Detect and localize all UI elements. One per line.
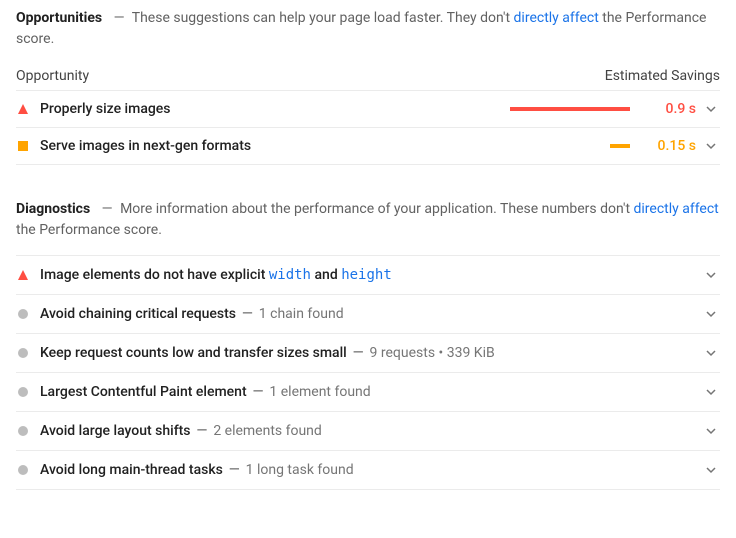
opportunities-subtext-1: These suggestions can help your page loa… — [132, 10, 514, 26]
directly-affect-link[interactable]: directly affect — [514, 10, 599, 26]
chevron-down-icon — [702, 386, 720, 398]
diag-detail: 1 chain found — [259, 306, 344, 322]
diagnostics-header: Diagnostics — More information about the… — [16, 199, 720, 241]
diag-title-text: Avoid large layout shifts — [40, 423, 191, 439]
dash-separator: — — [353, 345, 364, 361]
opportunity-row[interactable]: Serve images in next-gen formats 0.15 s — [16, 127, 720, 165]
diag-detail: 1 long task found — [246, 462, 354, 478]
diag-detail: 1 element found — [269, 384, 370, 400]
opportunity-row[interactable]: Properly size images 0.9 s — [16, 90, 720, 127]
gray-circle-icon — [16, 424, 30, 438]
diag-title-text: Largest Contentful Paint element — [40, 384, 247, 400]
savings-bar — [490, 107, 630, 111]
diagnostic-row[interactable]: Avoid chaining critical requests — 1 chain… — [16, 294, 720, 333]
diagnostic-row[interactable]: Largest Contentful Paint element — 1 eleme… — [16, 372, 720, 411]
opportunities-title: Opportunities — [16, 10, 102, 26]
savings-time: 0.9 s — [640, 101, 696, 117]
opportunities-header: Opportunities — These suggestions can he… — [16, 8, 720, 50]
diag-code-1: width — [269, 267, 311, 283]
diagnostic-row[interactable]: Keep request counts low and transfer siz… — [16, 333, 720, 372]
diagnostic-row[interactable]: Avoid large layout shifts — 2 elements fou… — [16, 411, 720, 450]
chevron-down-icon — [702, 308, 720, 320]
col-estimated-savings: Estimated Savings — [605, 68, 720, 84]
diag-detail: 2 elements found — [213, 423, 322, 439]
red-triangle-icon — [16, 268, 30, 282]
diag-detail: 9 requests • 339 KiB — [370, 345, 495, 361]
chevron-down-icon — [702, 140, 720, 152]
dash-separator: — — [242, 306, 253, 322]
opportunities-column-headers: Opportunity Estimated Savings — [16, 68, 720, 84]
dash-separator: — — [229, 462, 240, 478]
chevron-down-icon — [702, 425, 720, 437]
diag-code-2: height — [341, 267, 392, 283]
diagnostics-list: Image elements do not have explicit widt… — [16, 255, 720, 490]
diagnostic-row[interactable]: Image elements do not have explicit widt… — [16, 255, 720, 294]
opportunity-title: Serve images in next-gen formats — [40, 138, 490, 154]
red-triangle-icon — [16, 102, 30, 116]
orange-square-icon — [16, 139, 30, 153]
gray-circle-icon — [16, 463, 30, 477]
diag-title-text: Avoid long main-thread tasks — [40, 462, 223, 478]
chevron-down-icon — [702, 464, 720, 476]
diagnostic-title: Largest Contentful Paint element — 1 eleme… — [40, 384, 696, 400]
chevron-down-icon — [702, 269, 720, 281]
diag-text-pre: Image elements do not have explicit — [40, 267, 269, 283]
diagnostics-section: Diagnostics — More information about the… — [16, 199, 720, 490]
diagnostics-subtext-1: More information about the performance o… — [120, 201, 633, 217]
opportunity-title: Properly size images — [40, 101, 490, 117]
directly-affect-link[interactable]: directly affect — [634, 201, 719, 217]
diagnostic-title: Image elements do not have explicit widt… — [40, 267, 696, 283]
diag-text-mid: and — [311, 267, 341, 283]
diagnostic-title: Avoid large layout shifts — 2 elements fou… — [40, 423, 696, 439]
savings-time: 0.15 s — [640, 138, 696, 154]
chevron-down-icon — [702, 347, 720, 359]
diagnostic-row[interactable]: Avoid long main-thread tasks — 1 long task… — [16, 450, 720, 490]
dash-separator: — — [197, 423, 208, 439]
diagnostics-title: Diagnostics — [16, 201, 90, 217]
dash-separator: — — [102, 201, 113, 217]
chevron-down-icon — [702, 103, 720, 115]
opportunities-section: Opportunities — These suggestions can he… — [16, 8, 720, 165]
diagnostics-subtext-2: the Performance score. — [16, 222, 162, 238]
savings-bar — [490, 144, 630, 148]
diag-title-text: Keep request counts low and transfer siz… — [40, 345, 347, 361]
diagnostic-title: Avoid chaining critical requests — 1 chain… — [40, 306, 696, 322]
dash-separator: — — [253, 384, 264, 400]
gray-circle-icon — [16, 346, 30, 360]
diagnostic-title: Keep request counts low and transfer siz… — [40, 345, 696, 361]
gray-circle-icon — [16, 385, 30, 399]
diagnostic-title: Avoid long main-thread tasks — 1 long task… — [40, 462, 696, 478]
diag-title-text: Avoid chaining critical requests — [40, 306, 236, 322]
dash-separator: — — [114, 10, 125, 26]
gray-circle-icon — [16, 307, 30, 321]
col-opportunity: Opportunity — [16, 68, 89, 84]
